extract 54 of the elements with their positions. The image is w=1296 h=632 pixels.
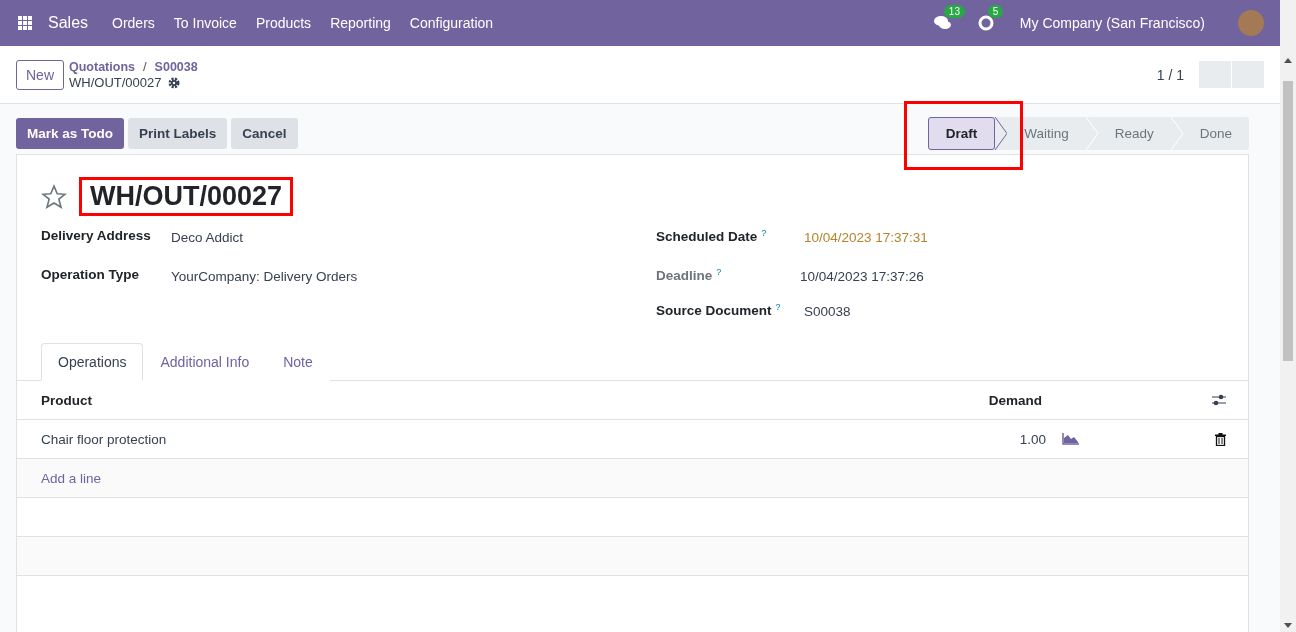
field-label: Scheduled Date xyxy=(656,229,758,245)
action-button[interactable]: Print Labels xyxy=(128,117,228,149)
company-switcher[interactable]: My Company (San Francisco) xyxy=(1019,15,1205,31)
clock-icon[interactable] xyxy=(977,15,994,31)
field-value[interactable]: S00038 xyxy=(804,302,1224,319)
scrollbar-thumb[interactable] xyxy=(1283,81,1293,361)
chevron-divider xyxy=(995,116,1008,150)
menu-item[interactable]: Configuration xyxy=(409,15,494,31)
column-header[interactable]: Demand xyxy=(988,392,1042,408)
help-tooltip[interactable]: ? xyxy=(775,302,781,312)
action-button[interactable]: Mark as Todo xyxy=(16,117,125,149)
breadcrumb-link[interactable]: Quotations xyxy=(69,58,135,75)
new-button[interactable]: New xyxy=(16,59,64,90)
menu-item[interactable]: Reporting xyxy=(330,15,391,31)
status-step[interactable]: Waiting xyxy=(1007,116,1086,150)
product-cell[interactable]: Chair floor protection xyxy=(41,431,167,447)
field-value[interactable]: 10/04/2023 17:37:31 xyxy=(804,228,1224,245)
status-step[interactable]: Done xyxy=(1182,116,1249,150)
field-label: Deadline xyxy=(656,268,713,284)
menu-item[interactable]: Orders xyxy=(112,15,155,31)
notebook-tab[interactable]: Operations xyxy=(41,343,144,381)
scroll-down-icon[interactable] xyxy=(1284,623,1292,628)
scroll-up-icon[interactable] xyxy=(1284,58,1292,63)
record-name: WH/OUT/00027 xyxy=(69,74,162,91)
column-settings-icon[interactable] xyxy=(1212,394,1226,406)
record-title: WH/OUT/00027 xyxy=(90,181,283,212)
add-line-link[interactable]: Add a line xyxy=(41,470,102,486)
trash-icon[interactable] xyxy=(1215,432,1226,446)
app-name[interactable]: Sales xyxy=(48,14,89,32)
field-value[interactable]: 10/04/2023 17:37:26 xyxy=(800,267,1224,284)
help-tooltip[interactable]: ? xyxy=(716,267,722,277)
pager-counter: 1 / 1 xyxy=(1156,66,1184,83)
breadcrumb-separator: / xyxy=(143,58,147,75)
field-value[interactable]: Deco Addict xyxy=(171,228,656,245)
activity-count-badge: 5 xyxy=(987,5,1004,18)
column-header[interactable]: Product xyxy=(41,392,92,408)
gear-icon[interactable] xyxy=(167,76,180,89)
field-label: Delivery Address xyxy=(41,228,152,243)
menu-item[interactable]: To Invoice xyxy=(173,15,237,31)
message-count-badge: 13 xyxy=(943,5,965,18)
chat-icon[interactable] xyxy=(933,15,952,31)
status-step[interactable]: Draft xyxy=(927,116,996,150)
area-chart-icon[interactable] xyxy=(1062,433,1079,445)
menu-item[interactable]: Products xyxy=(255,15,312,31)
action-button[interactable]: Cancel xyxy=(231,117,298,149)
star-icon[interactable] xyxy=(41,183,67,210)
field-value[interactable]: YourCompany: Delivery Orders xyxy=(171,267,656,284)
apps-grid-icon[interactable] xyxy=(18,16,32,30)
breadcrumb-link[interactable]: S00038 xyxy=(154,58,198,75)
help-tooltip[interactable]: ? xyxy=(761,228,767,238)
status-step[interactable]: Ready xyxy=(1097,116,1171,150)
demand-cell[interactable]: 1.00 xyxy=(1019,431,1046,447)
field-label: Operation Type xyxy=(41,267,140,282)
field-label: Source Document xyxy=(656,303,772,319)
